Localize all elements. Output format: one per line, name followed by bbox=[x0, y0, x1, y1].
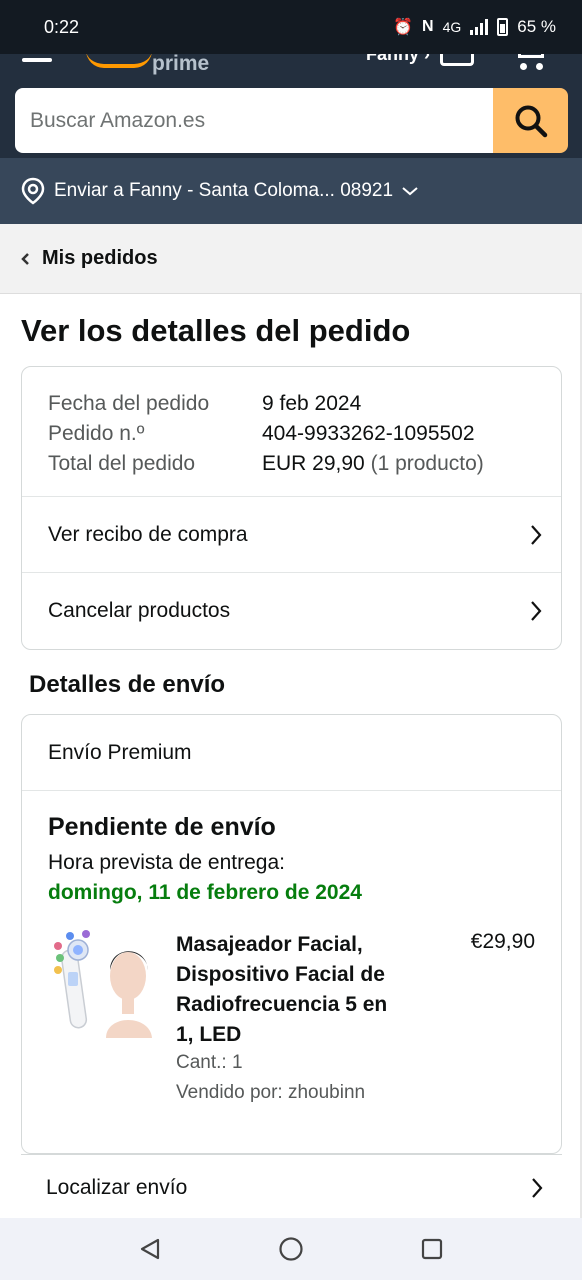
order-date-value: 9 feb 2024 bbox=[262, 392, 362, 415]
order-item: Masajeador Facial, Dispositivo Facial de… bbox=[48, 930, 535, 1110]
battery-level: 65 % bbox=[517, 17, 556, 36]
location-pin-icon bbox=[20, 177, 46, 205]
shipping-card: Envío Premium Pendiente de envío Hora pr… bbox=[21, 714, 562, 1154]
status-icons: ⏰ N 4G 65 % bbox=[393, 17, 556, 37]
shipment-status: Pendiente de envío bbox=[48, 813, 276, 841]
deliver-to-text: Enviar a Fanny - Santa Coloma... 08921 bbox=[54, 180, 394, 201]
order-number-label: Pedido n.º bbox=[48, 422, 145, 445]
product-image[interactable] bbox=[48, 930, 156, 1038]
shipping-section-title: Detalles de envío bbox=[29, 671, 226, 698]
orders-box-icon[interactable] bbox=[440, 54, 474, 66]
chevron-right-icon bbox=[529, 523, 543, 547]
status-time: 0:22 bbox=[44, 16, 80, 37]
breadcrumb[interactable]: Mis pedidos bbox=[0, 224, 582, 294]
home-circle-icon bbox=[279, 1237, 303, 1261]
shipping-method: Envío Premium bbox=[22, 715, 561, 791]
page-title: Ver los detalles del pedido bbox=[21, 313, 411, 348]
chevron-down-icon bbox=[401, 185, 419, 197]
product-quantity: Cant.: 1 bbox=[176, 1052, 243, 1073]
cart-icon[interactable] bbox=[514, 54, 548, 70]
chevron-right-icon bbox=[530, 1176, 544, 1200]
order-item-count: (1 producto) bbox=[370, 452, 484, 475]
recents-square-icon bbox=[421, 1238, 442, 1260]
nav-recents-button[interactable] bbox=[407, 1224, 457, 1274]
view-receipt-label: Ver recibo de compra bbox=[48, 522, 248, 546]
search-bar bbox=[15, 88, 568, 153]
order-number-row: Pedido n.º 404-9933262-1095502 bbox=[48, 419, 535, 449]
battery-icon bbox=[497, 18, 509, 36]
header-top-row: prime Fanny › bbox=[0, 54, 582, 84]
nfc-icon: N bbox=[422, 18, 434, 35]
signal-icon bbox=[470, 19, 489, 35]
cancel-items-link[interactable]: Cancelar productos bbox=[22, 573, 561, 649]
account-name[interactable]: Fanny › bbox=[366, 54, 430, 65]
cart-wheel bbox=[520, 63, 527, 70]
app-header: prime Fanny › bbox=[0, 54, 582, 158]
nav-home-button[interactable] bbox=[266, 1224, 316, 1274]
cancel-items-label: Cancelar productos bbox=[48, 599, 231, 622]
order-date-label: Fecha del pedido bbox=[48, 392, 210, 415]
track-package-label: Localizar envío bbox=[46, 1175, 188, 1199]
product-price: €29,90 bbox=[470, 930, 535, 953]
product-title[interactable]: Masajeador Facial, Dispositivo Facial de… bbox=[176, 930, 406, 1050]
amazon-logo[interactable]: prime bbox=[72, 54, 232, 82]
view-receipt-link[interactable]: Ver recibo de compra bbox=[22, 497, 561, 573]
order-number-value: 404-9933262-1095502 bbox=[262, 422, 475, 445]
order-total-row: Total del pedido EUR 29,90 (1 producto) bbox=[48, 449, 535, 479]
network-type: 4G bbox=[442, 19, 462, 35]
deliver-to-bar[interactable]: Enviar a Fanny - Santa Coloma... 08921 bbox=[0, 158, 582, 224]
status-bar: 0:22 ⏰ N 4G 65 % bbox=[0, 0, 582, 54]
order-total-label: Total del pedido bbox=[48, 452, 196, 475]
chevron-right-icon bbox=[529, 599, 543, 623]
chevron-left-icon bbox=[20, 252, 30, 266]
eta-date: domingo, 11 de febrero de 2024 bbox=[48, 881, 362, 904]
shipment-details: Pendiente de envío Hora prevista de entr… bbox=[22, 791, 561, 1110]
order-summary-card: Fecha del pedido 9 feb 2024 Pedido n.º 4… bbox=[21, 366, 562, 650]
cart-body bbox=[518, 54, 544, 58]
menu-icon[interactable] bbox=[22, 58, 52, 62]
order-summary: Fecha del pedido 9 feb 2024 Pedido n.º 4… bbox=[22, 367, 561, 497]
breadcrumb-label: Mis pedidos bbox=[42, 247, 158, 269]
prime-logo-text: prime bbox=[152, 54, 210, 75]
order-total-value-wrap: EUR 29,90 (1 producto) bbox=[262, 449, 484, 479]
search-button[interactable] bbox=[493, 88, 568, 153]
amazon-smile-icon bbox=[86, 54, 152, 68]
nav-back-button[interactable] bbox=[125, 1224, 175, 1274]
search-icon bbox=[515, 105, 547, 137]
back-triangle-icon bbox=[141, 1238, 160, 1260]
order-date-row: Fecha del pedido 9 feb 2024 bbox=[48, 389, 535, 419]
alarm-icon: ⏰ bbox=[393, 19, 413, 36]
order-total-value: EUR 29,90 bbox=[262, 452, 365, 475]
cart-wheel bbox=[536, 63, 543, 70]
search-input[interactable] bbox=[15, 88, 493, 153]
eta-label: Hora prevista de entrega: bbox=[48, 851, 285, 874]
system-nav-bar bbox=[0, 1218, 582, 1280]
product-seller: Vendido por: zhoubinn bbox=[176, 1082, 366, 1103]
track-package-link[interactable]: Localizar envío bbox=[21, 1154, 562, 1220]
